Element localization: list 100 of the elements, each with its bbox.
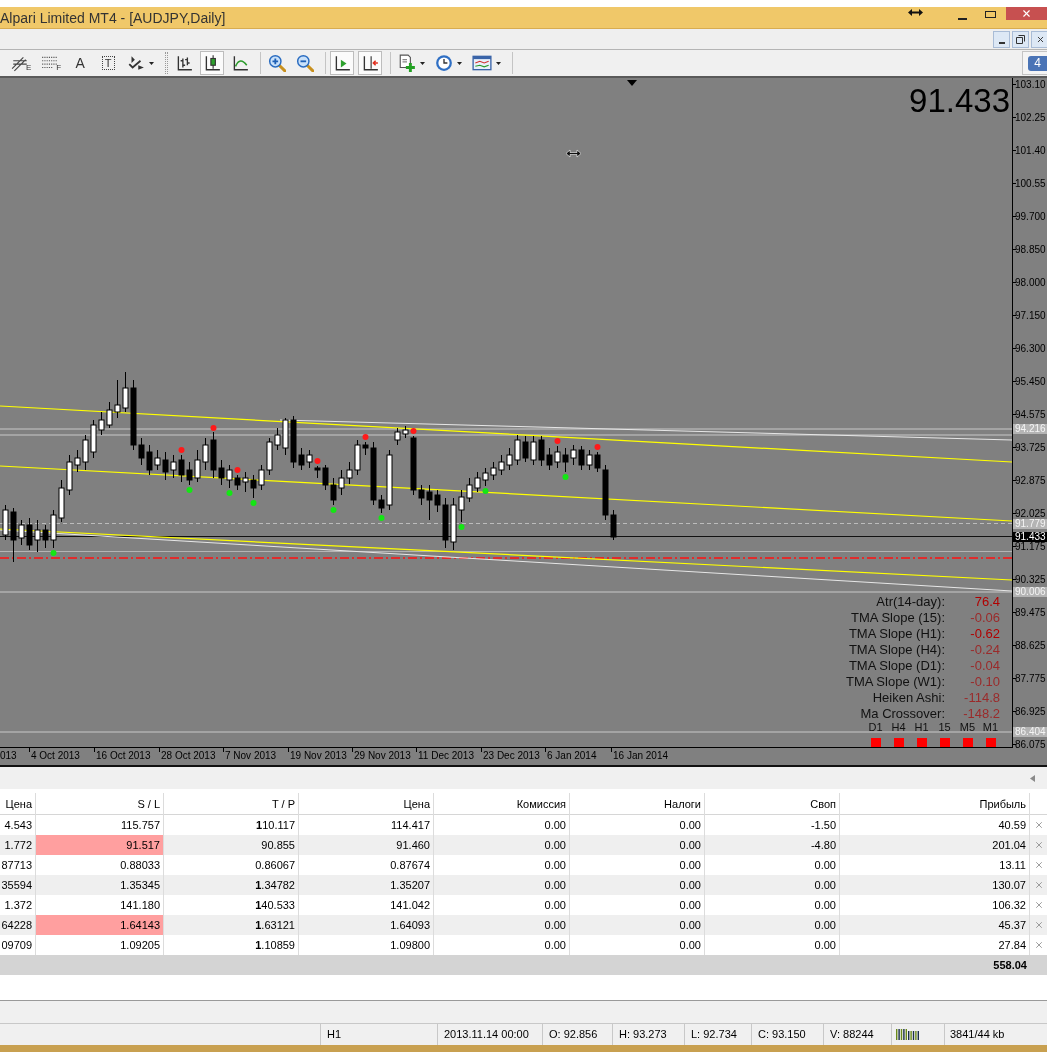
resize-cursor-icon — [565, 149, 582, 158]
minimize-button[interactable] — [993, 30, 1010, 48]
date-axis-label: 29 Nov 2013 — [354, 750, 411, 762]
date-axis-label: 11 Dec 2013 — [418, 750, 474, 762]
notifications-button[interactable]: 4 — [1022, 51, 1047, 75]
table-cell: 1.64143 — [36, 915, 164, 935]
close-button[interactable] — [1031, 30, 1047, 48]
price-axis-label: 89.475 — [1015, 607, 1046, 618]
price-axis-label: 86.925 — [1015, 706, 1046, 717]
check-arrows-icon — [127, 54, 146, 72]
close-icon[interactable] — [1033, 820, 1044, 830]
current-price: 91.433 — [909, 83, 1010, 119]
level-price-label: 94.216 — [1013, 424, 1047, 434]
fibo-expansion-button[interactable]: E — [8, 51, 35, 75]
indicator-label: TMA Slope (D1): — [847, 658, 945, 674]
status-text: V: 88244 — [830, 1027, 874, 1043]
bid-price-label: 91.433 — [1013, 531, 1047, 542]
price-axis-label: 96.300 — [1015, 343, 1046, 354]
price-axis-label: 91.175 — [1015, 541, 1046, 552]
price-axis-label: 90.325 — [1015, 574, 1046, 585]
status-text: L: 92.734 — [691, 1027, 737, 1043]
price-axis-label: 93.725 — [1015, 442, 1046, 453]
timeframe-label: 15 — [938, 722, 951, 733]
resize-cursor-icon — [908, 9, 923, 16]
close-icon[interactable] — [1033, 860, 1044, 870]
price-axis-label: 102.25 — [1015, 112, 1046, 123]
price-axis-label: 87.775 — [1015, 673, 1046, 684]
text-label-button[interactable]: T — [96, 51, 121, 75]
level-price-label: 86.404 — [1013, 727, 1047, 737]
price-axis-label: 97.150 — [1015, 310, 1046, 321]
buy-signal-dot — [458, 524, 465, 530]
indicator-value: -114.8 — [963, 690, 1000, 706]
table-cell: 91.517 — [36, 835, 164, 855]
status-text: H1 — [327, 1027, 342, 1043]
restore-icon — [1016, 34, 1025, 44]
close-icon[interactable] — [1033, 940, 1044, 950]
sell-signal-dot — [314, 458, 321, 464]
level-price-label: 91.779 — [1013, 518, 1047, 529]
chart-window-icon — [472, 54, 493, 72]
buy-signal-dot — [50, 550, 57, 556]
line-chart-icon — [231, 54, 250, 72]
sell-signal-dot — [234, 467, 241, 473]
timeframe-label: D1 — [868, 722, 883, 733]
status-text: C: 93.150 — [758, 1027, 806, 1043]
candlestick-icon — [203, 54, 222, 72]
text-tool-button[interactable]: A — [68, 51, 93, 75]
timeframe-label: M1 — [982, 722, 999, 733]
date-axis-label: 4 Oct 2013 — [31, 750, 80, 762]
sell-signal-dot — [594, 444, 601, 450]
caret-icon — [149, 61, 155, 65]
indicator-value: -148.2 — [962, 706, 1000, 722]
scroll-left-icon[interactable] — [1030, 774, 1035, 782]
date-axis-label: 16 Oct 2013 — [96, 750, 151, 762]
timeframe-label: H4 — [891, 722, 906, 733]
status-text: H: 93.273 — [619, 1027, 667, 1043]
sell-signal-dot — [554, 438, 561, 444]
price-axis-label: 98.000 — [1015, 277, 1046, 288]
buy-signal-dot — [186, 487, 193, 493]
price-axis-label: 94.575 — [1015, 409, 1046, 420]
indicator-label: Heiken Ashi: — [871, 690, 945, 706]
hatched-lines-icon — [11, 54, 29, 72]
indicator-value: -0.24 — [969, 642, 1000, 658]
indicator-value: -0.06 — [969, 610, 1000, 626]
timeframe-label: M5 — [959, 722, 976, 733]
axis-triangle-icon — [333, 54, 352, 72]
indicator-label: Atr(14-day): — [875, 594, 945, 610]
indicator-label: TMA Slope (15): — [850, 610, 945, 626]
clock-icon — [435, 54, 454, 72]
axis-arrow-icon — [361, 54, 380, 72]
bar-chart-icon — [175, 54, 194, 72]
price-axis-label: 101.40 — [1015, 145, 1046, 156]
restore-button[interactable] — [1012, 30, 1029, 48]
close-icon — [1036, 34, 1045, 44]
window-title: Alpari Limited MT4 - [AUDJPY,Daily] — [0, 9, 226, 28]
buy-signal-dot — [250, 500, 257, 506]
buy-signal-dot — [330, 507, 337, 513]
price-axis-label: 92.875 — [1015, 475, 1046, 486]
sell-signal-dot — [362, 434, 369, 440]
indicator-value: 76.4 — [973, 594, 1000, 610]
buy-signal-dot — [562, 474, 569, 480]
status-text: 2013.11.14 00:00 — [444, 1027, 529, 1043]
indicator-value: -0.62 — [969, 626, 1000, 642]
date-axis-label: 6 Jan 2014 — [547, 750, 597, 762]
price-axis-label: 98.850 — [1015, 244, 1046, 255]
indicator-label: TMA Slope (W1): — [846, 674, 945, 690]
buy-signal-dot — [226, 490, 233, 496]
zoom-in-icon — [268, 54, 287, 72]
connection-bars-icon — [896, 1029, 920, 1040]
candlestick-chart-button[interactable] — [200, 51, 225, 75]
sell-signal-dot — [210, 425, 217, 431]
indicator-label: Ma Crossover: — [859, 706, 945, 722]
chart-shift-button[interactable] — [358, 51, 383, 75]
price-axis-label: 99.700 — [1015, 211, 1046, 222]
close-icon — [1021, 8, 1032, 19]
date-axis-label: 28 Oct 2013 — [161, 750, 216, 762]
close-icon[interactable] — [1033, 900, 1044, 910]
fibo-grid-button[interactable]: F — [38, 51, 65, 75]
level-price-label: 90.006 — [1013, 587, 1047, 597]
auto-scroll-button[interactable] — [330, 51, 355, 75]
date-axis-label: 16 Jan 2014 — [613, 750, 669, 762]
